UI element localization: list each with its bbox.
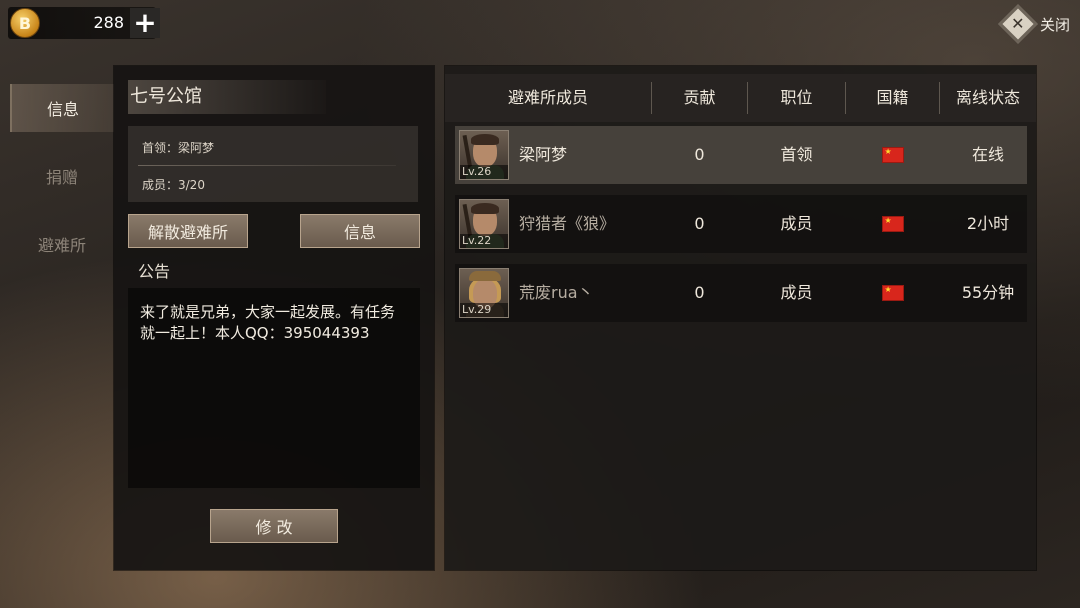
info-button[interactable]: 信息: [300, 214, 420, 248]
add-currency-button[interactable]: +: [130, 8, 160, 38]
contribution-value: 0: [694, 283, 705, 302]
header-role: 职位: [780, 88, 813, 107]
divider: [138, 165, 396, 166]
status-value: 在线: [971, 145, 1004, 164]
notice-title: 公告: [138, 262, 171, 281]
close-icon[interactable]: ✕: [998, 4, 1038, 44]
close-button[interactable]: ✕ 关闭: [998, 4, 1070, 44]
nationality-cell: ★: [846, 126, 939, 184]
header-offline-status: 离线状态: [955, 88, 1020, 107]
tab-shelter[interactable]: 避难所: [10, 220, 114, 268]
status-value: 2小时: [966, 214, 1010, 233]
china-flag-icon: ★: [881, 285, 904, 301]
currency-value: 288: [93, 13, 124, 32]
member-list-panel: 避难所成员 贡献 职位 国籍 离线状态 Lv.26 梁阿梦 0 首领 ★ 在线 …: [445, 66, 1036, 570]
level-text: Lv.29: [460, 303, 508, 317]
shelter-info-panel: 七号公馆 首领：梁阿梦 成员：3/20 解散避难所 信息 公告 来了就是兄弟，大…: [114, 66, 434, 570]
avatar[interactable]: Lv.29: [459, 268, 509, 318]
table-row[interactable]: Lv.22 狩猎者《狼》 0 成员 ★ 2小时: [455, 195, 1027, 253]
role-value: 成员: [780, 214, 813, 233]
top-bar: B 288 + ✕ 关闭: [0, 0, 1080, 48]
nationality-cell: ★: [846, 195, 939, 253]
header-contribution: 贡献: [683, 88, 716, 107]
status-value: 55分钟: [961, 283, 1015, 302]
disband-shelter-button[interactable]: 解散避难所: [128, 214, 248, 248]
leader-text: 首领：梁阿梦: [142, 141, 215, 155]
side-tabs: 信息 捐赠 避难所: [10, 84, 114, 288]
tab-donate[interactable]: 捐赠: [10, 152, 114, 200]
shelter-name: 七号公馆: [128, 80, 326, 114]
shelter-summary: 首领：梁阿梦 成员：3/20: [128, 126, 418, 202]
member-name: 狩猎者《狼》: [519, 214, 616, 233]
role-value: 成员: [780, 283, 813, 302]
contribution-value: 0: [694, 214, 705, 233]
header-member: 避难所成员: [507, 88, 588, 107]
avatar[interactable]: Lv.26: [459, 130, 509, 180]
table-row[interactable]: Lv.29 荒废rua丶 0 成员 ★ 55分钟: [455, 264, 1027, 322]
avatar[interactable]: Lv.22: [459, 199, 509, 249]
currency-display: B 288 +: [8, 7, 160, 39]
table-row[interactable]: Lv.26 梁阿梦 0 首领 ★ 在线: [455, 126, 1027, 184]
member-name: 梁阿梦: [519, 145, 568, 164]
table-header: 避难所成员 贡献 职位 国籍 离线状态: [445, 74, 1036, 122]
level-text: Lv.26: [460, 165, 508, 179]
close-label[interactable]: 关闭: [1040, 14, 1070, 35]
member-name: 荒废rua丶: [519, 283, 594, 302]
header-nationality: 国籍: [876, 88, 909, 107]
level-text: Lv.22: [460, 234, 508, 248]
tab-info[interactable]: 信息: [10, 84, 114, 132]
member-count-text: 成员：3/20: [142, 178, 205, 192]
coin-icon: B: [10, 8, 40, 38]
contribution-value: 0: [694, 145, 705, 164]
china-flag-icon: ★: [881, 147, 904, 163]
china-flag-icon: ★: [881, 216, 904, 232]
role-value: 首领: [780, 145, 813, 164]
notice-text: 来了就是兄弟，大家一起发展。有任务就一起上！本人QQ：395044393: [128, 288, 420, 488]
edit-button[interactable]: 修 改: [210, 509, 338, 543]
nationality-cell: ★: [846, 264, 939, 322]
